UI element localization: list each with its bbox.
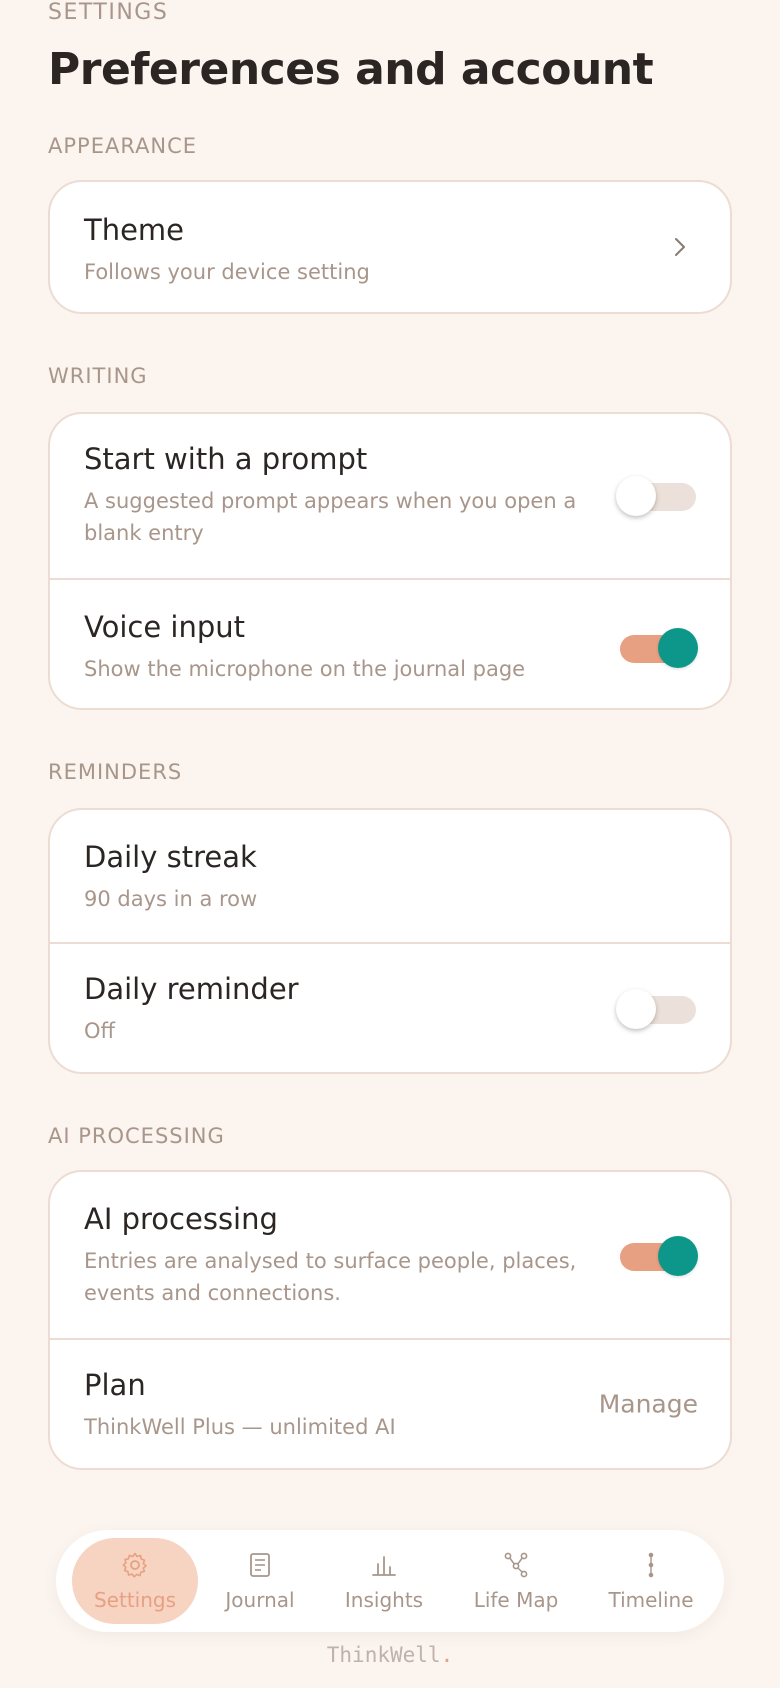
gear-icon bbox=[122, 1552, 147, 1578]
nav-item-life-map[interactable]: Life Map bbox=[454, 1538, 578, 1624]
nav-label: Timeline bbox=[608, 1588, 694, 1612]
section-label-appearance: APPEARANCE bbox=[48, 134, 198, 158]
timeline-icon bbox=[648, 1552, 654, 1578]
ai-processing-row: AI processing Entries are analysed to su… bbox=[50, 1172, 730, 1338]
nav-item-timeline[interactable]: Timeline bbox=[592, 1538, 710, 1624]
manage-plan-button[interactable]: Manage bbox=[599, 1390, 698, 1419]
daily-reminder-row: Daily reminder Off bbox=[50, 942, 730, 1072]
reminders-card: Daily streak 90 days in a row Daily remi… bbox=[48, 808, 732, 1074]
section-label-writing: WRITING bbox=[48, 364, 148, 388]
toggle-knob bbox=[658, 628, 698, 668]
journal-icon bbox=[250, 1553, 270, 1577]
section-label-reminders: REMINDERS bbox=[48, 760, 183, 784]
prompt-toggle[interactable] bbox=[616, 475, 698, 517]
streak-row: Daily streak 90 days in a row bbox=[50, 810, 730, 942]
ai-processing-toggle[interactable] bbox=[616, 1235, 698, 1277]
bottom-nav: Settings Journal Insights Life Map Timel… bbox=[56, 1530, 724, 1632]
theme-subtitle: Follows your device setting bbox=[84, 259, 370, 284]
ai-processing-subtitle: Entries are analysed to surface people, … bbox=[84, 1248, 577, 1306]
brand-footer: ThinkWell. bbox=[0, 1643, 780, 1667]
bar-chart-icon bbox=[372, 1556, 396, 1576]
nav-label: Life Map bbox=[473, 1588, 559, 1612]
prompt-row: Start with a prompt A suggested prompt a… bbox=[50, 414, 730, 578]
appearance-card: Theme Follows your device setting bbox=[48, 180, 732, 314]
toggle-knob bbox=[616, 476, 656, 516]
prompt-title: Start with a prompt bbox=[84, 442, 368, 476]
plan-row: Plan ThinkWell Plus — unlimited AI Manag… bbox=[50, 1338, 730, 1468]
theme-title: Theme bbox=[84, 213, 185, 247]
brand-dot: . bbox=[440, 1643, 454, 1667]
nav-label: Journal bbox=[225, 1588, 295, 1612]
writing-card: Start with a prompt A suggested prompt a… bbox=[48, 412, 732, 710]
voice-input-toggle[interactable] bbox=[616, 627, 698, 669]
nav-item-settings[interactable]: Settings bbox=[72, 1538, 198, 1624]
page-title: Preferences and account bbox=[48, 44, 654, 95]
streak-title: Daily streak bbox=[84, 840, 257, 874]
daily-reminder-subtitle: Off bbox=[84, 1018, 115, 1043]
theme-row[interactable]: Theme Follows your device setting bbox=[50, 182, 730, 312]
ai-processing-title: AI processing bbox=[84, 1202, 278, 1236]
voice-input-subtitle: Show the microphone on the journal page bbox=[84, 656, 526, 681]
daily-reminder-toggle[interactable] bbox=[616, 988, 698, 1030]
toggle-knob bbox=[658, 1236, 698, 1276]
graph-icon bbox=[504, 1552, 528, 1578]
chevron-right-icon bbox=[675, 238, 685, 256]
nav-label: Settings bbox=[93, 1588, 177, 1612]
settings-page: SETTINGS Preferences and account APPEARA… bbox=[0, 0, 780, 1688]
voice-input-row: Voice input Show the microphone on the j… bbox=[50, 578, 730, 708]
streak-subtitle: 90 days in a row bbox=[84, 886, 258, 911]
nav-item-journal[interactable]: Journal bbox=[206, 1538, 314, 1624]
ai-card: AI processing Entries are analysed to su… bbox=[48, 1170, 732, 1470]
voice-input-title: Voice input bbox=[84, 610, 245, 644]
section-label-ai: AI PROCESSING bbox=[48, 1124, 225, 1148]
brand-name: ThinkWell bbox=[326, 1643, 441, 1667]
page-eyebrow: SETTINGS bbox=[48, 0, 169, 25]
prompt-subtitle: A suggested prompt appears when you open… bbox=[84, 488, 577, 546]
toggle-knob bbox=[616, 989, 656, 1029]
nav-label: Insights bbox=[344, 1588, 424, 1612]
nav-item-insights[interactable]: Insights bbox=[328, 1538, 440, 1624]
daily-reminder-title: Daily reminder bbox=[84, 972, 299, 1006]
